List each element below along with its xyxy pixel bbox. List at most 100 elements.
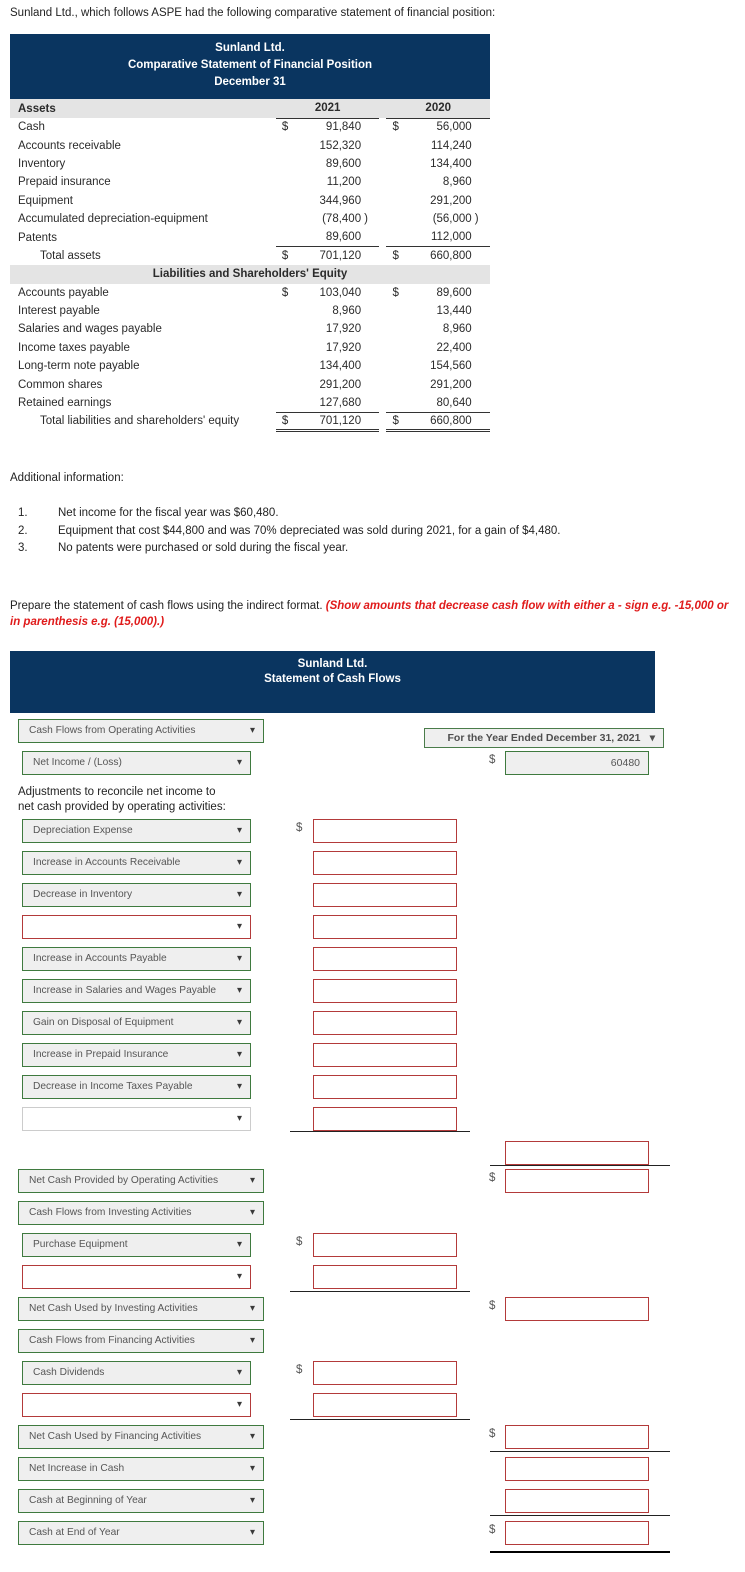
currency-symbol: $ [489,1300,496,1312]
spacer [472,302,490,320]
line-item-select-value: Net Cash Used by Investing Activities [29,1303,198,1314]
bs-row-label: Cash [18,121,45,134]
line-item-select[interactable]: Gain on Disposal of Equipment ▾ [22,1011,251,1035]
line-item-select[interactable]: Net Cash Used by Financing Activities ▾ [18,1425,264,1449]
bs-currency-2020 [386,173,404,191]
spacer [472,357,490,375]
bs-value-2021: 152,320 [319,139,362,152]
bs-paren-2020: ) [474,213,479,226]
additional-info-heading: Additional information: [10,472,124,484]
amount-input[interactable] [505,1489,649,1513]
bs-value-2020: 291,200 [430,378,472,391]
chevron-down-icon: ▾ [236,1049,242,1060]
bs-row-label: Retained earnings [18,397,112,410]
amount-input[interactable] [313,979,457,1003]
bs-title-line1: Sunland Ltd. [215,42,285,54]
line-item-select[interactable]: ▾ [22,1265,251,1289]
amount-input[interactable] [505,1141,649,1165]
line-item-select[interactable]: ▾ [22,1393,251,1417]
spacer [276,99,294,118]
bs-row-label: Salaries and wages payable [18,323,162,336]
amount-input[interactable]: 60480 [505,751,649,775]
line-item-select[interactable]: Cash Flows from Financing Activities ▾ [18,1329,264,1353]
cash-flow-row: Increase in Accounts Payable ▾ [0,947,745,979]
bs-value-2021: 89,600 [325,157,362,170]
line-item-select[interactable]: Depreciation Expense ▾ [22,819,251,843]
bs-value-2020: 80,640 [436,396,472,409]
amount-input[interactable] [313,1011,457,1035]
bs-currency-2021 [276,155,294,173]
amount-input[interactable] [505,1457,649,1481]
chevron-down-icon: ▾ [249,1303,255,1314]
amount-input[interactable] [505,1521,649,1545]
spacer [471,246,490,266]
line-item-select[interactable]: ▾ [22,915,251,939]
amount-input[interactable] [505,1425,649,1449]
chevron-down-icon: ▾ [249,1175,255,1186]
spacer [472,339,490,357]
spacer [379,339,386,357]
amount-input[interactable] [313,1361,457,1385]
line-item-select[interactable]: Cash Flows from Investing Activities ▾ [18,1201,264,1225]
spacer [379,228,386,246]
bs-row-label: Accounts receivable [18,139,121,152]
line-item-select[interactable]: Cash at Beginning of Year ▾ [18,1489,264,1513]
bs-value-2021: 344,960 [319,194,362,207]
chevron-down-icon: ▾ [236,1081,242,1092]
bs-currency-2021 [276,210,294,228]
amount-input[interactable] [313,947,457,971]
amount-input[interactable] [313,1265,457,1289]
bs-total-value-2020: 660,800 [404,246,472,266]
bs-year-2020: 2020 [425,102,452,115]
rule-cash-end-bottom [490,1551,670,1553]
chevron-down-icon: ▾ [236,985,242,996]
line-item-select[interactable]: Net Income / (Loss) ▾ [22,751,251,775]
chevron-down-icon: ▾ [236,1367,242,1378]
bs-row-label: Long-term note payable [18,360,140,373]
bs-total-value-2020: 660,800 [404,411,472,433]
cash-flow-row: Increase in Prepaid Insurance ▾ [0,1043,745,1075]
amount-input[interactable] [505,1169,649,1193]
table-row: Interest payable 8,960 13,440 [10,302,490,320]
line-item-select[interactable]: Cash at End of Year ▾ [18,1521,264,1545]
spacer [379,118,386,136]
currency-symbol: $ [296,822,303,834]
currency-symbol: $ [489,1524,496,1536]
line-item-select[interactable]: ▾ [22,1107,251,1131]
line-item-select[interactable]: Net Increase in Cash ▾ [18,1457,264,1481]
line-item-select[interactable]: Net Cash Provided by Operating Activitie… [18,1169,264,1193]
rule-cash-end-top [490,1515,670,1516]
spacer [472,320,490,338]
bs-total-value-2021: 701,120 [294,411,362,433]
spacer [361,411,380,433]
line-item-select[interactable]: Decrease in Income Taxes Payable ▾ [22,1075,251,1099]
spacer [379,192,386,210]
line-item-select[interactable]: Decrease in Inventory ▾ [22,883,251,907]
table-row: Salaries and wages payable 17,920 8,960 [10,320,490,338]
bs-currency-2020 [386,339,404,357]
cash-flow-row: Cash Flows from Operating Activities ▾ [0,719,745,751]
amount-input[interactable] [313,1043,457,1067]
list-item-text: Equipment that cost $44,800 and was 70% … [58,524,561,537]
line-item-select[interactable]: Cash Dividends ▾ [22,1361,251,1385]
line-item-select[interactable]: Increase in Prepaid Insurance ▾ [22,1043,251,1067]
spacer [361,320,379,338]
amount-input[interactable] [313,1107,457,1131]
line-item-select[interactable]: Cash Flows from Operating Activities ▾ [18,719,264,743]
table-row: Accounts receivable 152,320 114,240 [10,136,490,154]
line-item-select[interactable]: Purchase Equipment ▾ [22,1233,251,1257]
chevron-down-icon: ▾ [249,725,255,736]
bs-total-liab-label: Total liabilities and shareholders' equi… [40,415,240,428]
amount-input[interactable] [313,1393,457,1417]
amount-input[interactable] [313,915,457,939]
amount-input[interactable] [313,851,457,875]
line-item-select[interactable]: Increase in Accounts Payable ▾ [22,947,251,971]
amount-input[interactable] [313,1233,457,1257]
line-item-select[interactable]: Increase in Salaries and Wages Payable ▾ [22,979,251,1003]
amount-input[interactable] [313,883,457,907]
amount-input[interactable] [505,1297,649,1321]
amount-input[interactable] [313,1075,457,1099]
amount-input[interactable] [313,819,457,843]
line-item-select[interactable]: Net Cash Used by Investing Activities ▾ [18,1297,264,1321]
line-item-select[interactable]: Increase in Accounts Receivable ▾ [22,851,251,875]
